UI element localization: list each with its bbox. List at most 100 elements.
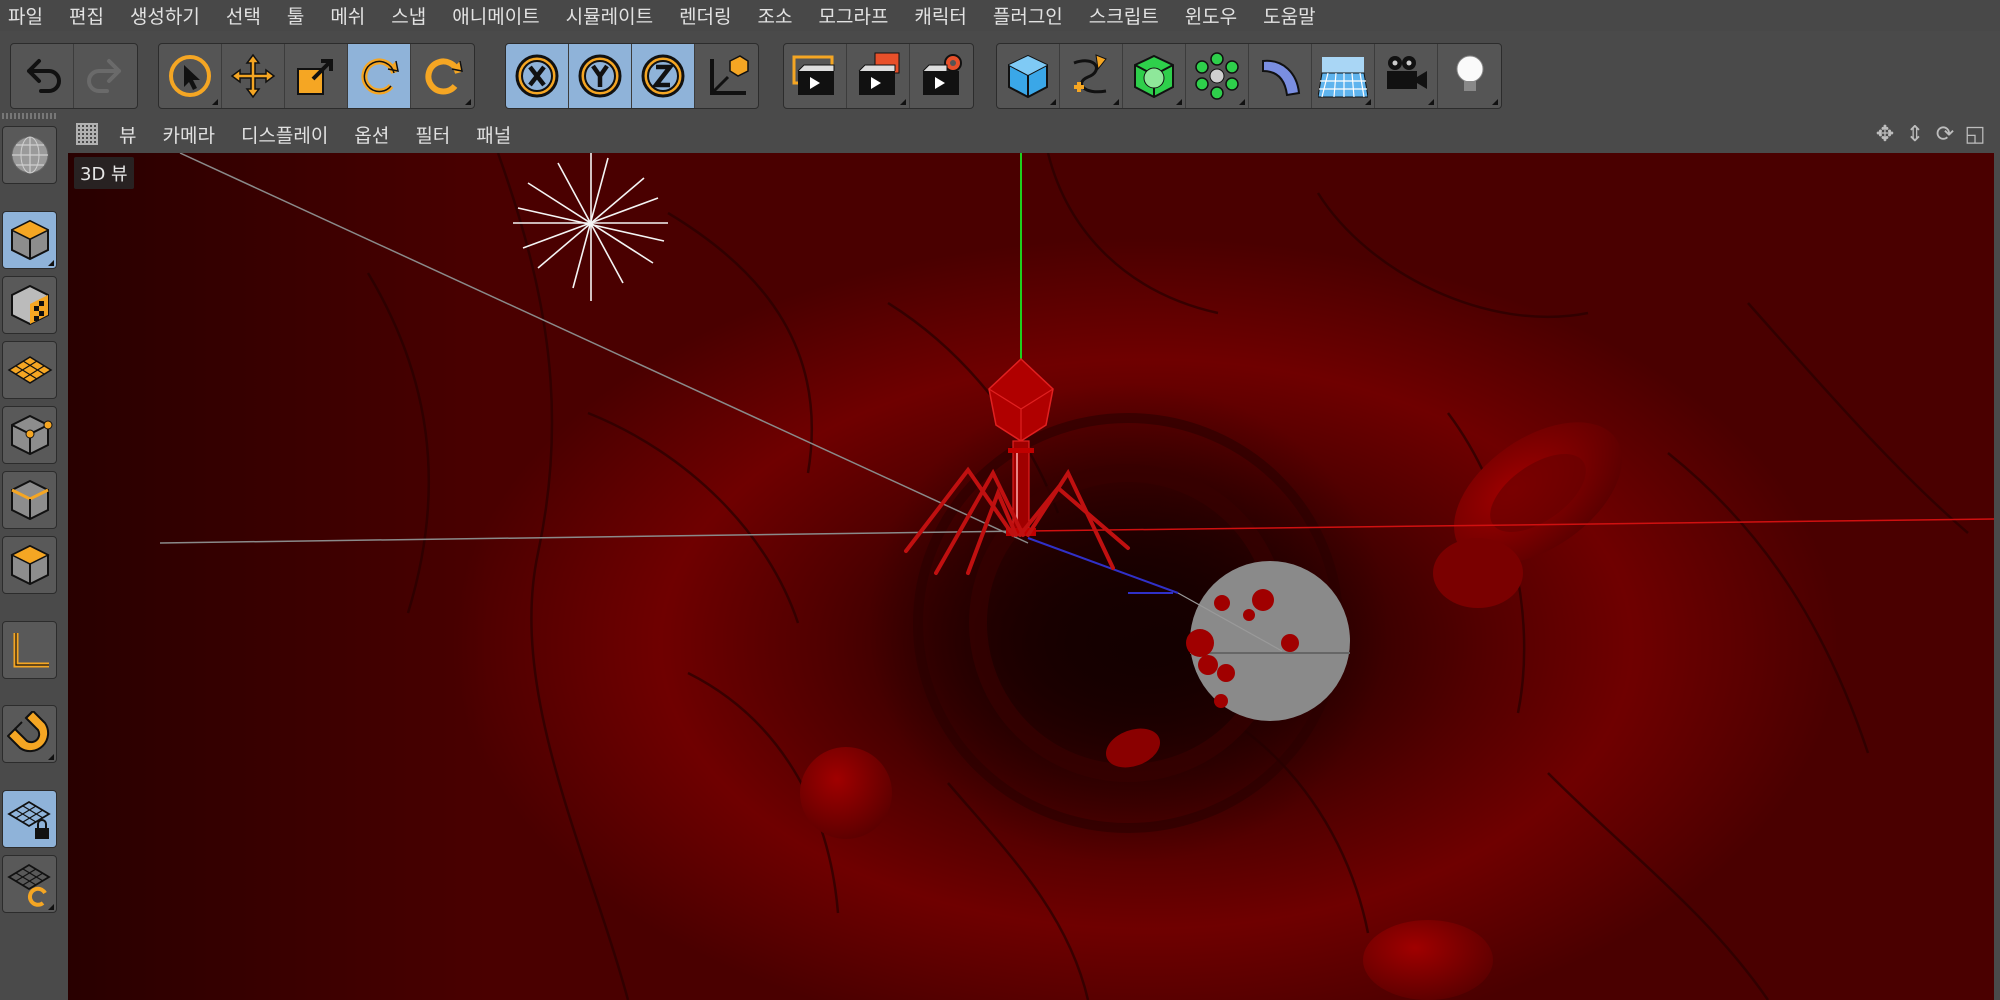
polygons-mode-icon xyxy=(9,544,50,586)
redo-button[interactable] xyxy=(74,44,137,108)
deformer-button[interactable] xyxy=(1249,44,1312,108)
main-toolbar xyxy=(0,35,2000,113)
axis-mode-button[interactable] xyxy=(2,621,57,679)
menu-help[interactable]: 도움말 xyxy=(1250,2,1328,29)
workplane-lock-button[interactable] xyxy=(2,790,57,848)
cloner-icon xyxy=(1195,52,1239,100)
menu-sculpt[interactable]: 조소 xyxy=(745,2,806,29)
workplane-mode-button[interactable] xyxy=(2,341,57,399)
polygons-mode-button[interactable] xyxy=(2,536,57,594)
rotate-tool-button[interactable] xyxy=(348,44,411,108)
rotate-icon xyxy=(361,58,399,95)
workplane-lock-icon xyxy=(6,800,51,839)
cube-primitive-button[interactable] xyxy=(997,44,1060,108)
menu-file[interactable]: 파일 xyxy=(0,2,56,29)
zoom-view-icon[interactable]: ⇕ xyxy=(1902,121,1928,147)
move-icon xyxy=(230,53,276,99)
3d-viewport[interactable]: 3D 뷰 xyxy=(68,153,1994,1000)
recent-tool-button[interactable] xyxy=(411,44,474,108)
viewmenu-display[interactable]: 디스플레이 xyxy=(228,121,341,148)
texture-mode-icon xyxy=(10,284,49,326)
camera-button[interactable] xyxy=(1375,44,1438,108)
scale-tool-button[interactable] xyxy=(285,44,348,108)
texture-mode-button[interactable] xyxy=(2,276,57,334)
recent-tool-icon xyxy=(424,58,463,95)
workplane-align-button[interactable] xyxy=(2,855,57,913)
model-mode-icon xyxy=(10,219,49,261)
objects-group xyxy=(996,43,1502,109)
render-view-button[interactable] xyxy=(784,44,847,108)
menu-tools[interactable]: 툴 xyxy=(274,2,317,29)
menu-animate[interactable]: 애니메이트 xyxy=(439,2,552,29)
menu-select[interactable]: 선택 xyxy=(213,2,274,29)
orbit-view-icon[interactable]: ⟳ xyxy=(1932,121,1958,147)
viewmenu-view[interactable]: 뷰 xyxy=(106,121,149,148)
render-view-icon xyxy=(792,55,835,95)
make-editable-button[interactable] xyxy=(2,126,57,184)
light-button[interactable] xyxy=(1438,44,1501,108)
coordinate-system-icon xyxy=(709,55,749,95)
model-mode-button[interactable] xyxy=(2,211,57,269)
camera-icon xyxy=(1387,56,1427,89)
viewmenu-cameras[interactable]: 카메라 xyxy=(149,121,227,148)
menu-plugins[interactable]: 플러그인 xyxy=(980,2,1076,29)
move-tool-button[interactable] xyxy=(222,44,285,108)
menu-edit[interactable]: 편집 xyxy=(56,2,117,29)
x-axis-lock-button[interactable] xyxy=(506,44,569,108)
y-axis-lock-icon xyxy=(578,54,622,98)
render-to-picture-viewer-button[interactable] xyxy=(847,44,910,108)
spline-pen-button[interactable] xyxy=(1060,44,1123,108)
points-mode-icon xyxy=(10,414,52,456)
menu-snap[interactable]: 스냅 xyxy=(378,2,439,29)
cloner-button[interactable] xyxy=(1186,44,1249,108)
viewmenu-panel[interactable]: 패널 xyxy=(463,121,524,148)
render-settings-icon xyxy=(922,54,962,95)
main-menu-bar: 파일 편집 생성하기 선택 툴 메쉬 스냅 애니메이트 시뮬레이트 렌더링 조소… xyxy=(0,0,2000,31)
menu-simulate[interactable]: 시뮬레이트 xyxy=(553,2,666,29)
menu-window[interactable]: 윈도우 xyxy=(1172,2,1250,29)
edges-mode-button[interactable] xyxy=(2,471,57,529)
viewmenu-filter[interactable]: 필터 xyxy=(402,121,463,148)
y-axis-lock-button[interactable] xyxy=(569,44,632,108)
light-icon xyxy=(1456,55,1483,95)
x-axis-lock-icon xyxy=(515,54,559,98)
scale-icon xyxy=(297,59,333,95)
render-group xyxy=(783,43,974,109)
history-group xyxy=(10,43,138,109)
menu-create[interactable]: 생성하기 xyxy=(117,2,213,29)
coordinate-system-button[interactable] xyxy=(695,44,758,108)
subdivision-surface-button[interactable] xyxy=(1123,44,1186,108)
z-axis-lock-button[interactable] xyxy=(632,44,695,108)
maximize-view-icon[interactable]: ◱ xyxy=(1962,121,1988,147)
undo-icon xyxy=(27,59,61,93)
snap-magnet-button[interactable] xyxy=(2,705,57,763)
axis-mode-icon xyxy=(13,633,49,668)
viewmenu-options[interactable]: 옵션 xyxy=(341,121,402,148)
mode-palette xyxy=(0,113,60,1000)
floor-button[interactable] xyxy=(1312,44,1375,108)
cube-primitive-icon xyxy=(1008,54,1048,99)
menu-character[interactable]: 캐릭터 xyxy=(901,2,979,29)
floor-icon xyxy=(1318,57,1368,98)
undo-button[interactable] xyxy=(11,44,74,108)
palette-grip[interactable] xyxy=(2,113,57,119)
render-settings-button[interactable] xyxy=(910,44,973,108)
menu-mograph[interactable]: 모그라프 xyxy=(805,2,901,29)
subdivision-surface-icon xyxy=(1134,54,1174,99)
viewport-label: 3D 뷰 xyxy=(74,157,134,189)
live-selection-icon xyxy=(169,55,211,97)
z-axis-lock-icon xyxy=(641,54,685,98)
snap-magnet-icon xyxy=(6,711,49,753)
menu-render[interactable]: 렌더링 xyxy=(666,2,744,29)
pan-view-icon[interactable]: ✥ xyxy=(1872,121,1898,147)
points-mode-button[interactable] xyxy=(2,406,57,464)
live-selection-button[interactable] xyxy=(159,44,222,108)
menu-mesh[interactable]: 메쉬 xyxy=(317,2,378,29)
workplane-mode-icon xyxy=(7,356,52,384)
axis-lock-group xyxy=(505,43,759,109)
menu-script[interactable]: 스크립트 xyxy=(1076,2,1172,29)
viewport-navigation: ✥ ⇕ ⟳ ◱ xyxy=(1872,121,1988,147)
render-to-picture-viewer-icon xyxy=(858,52,900,95)
viewport-grip-icon[interactable] xyxy=(76,123,98,145)
workplane-align-icon xyxy=(6,863,51,907)
